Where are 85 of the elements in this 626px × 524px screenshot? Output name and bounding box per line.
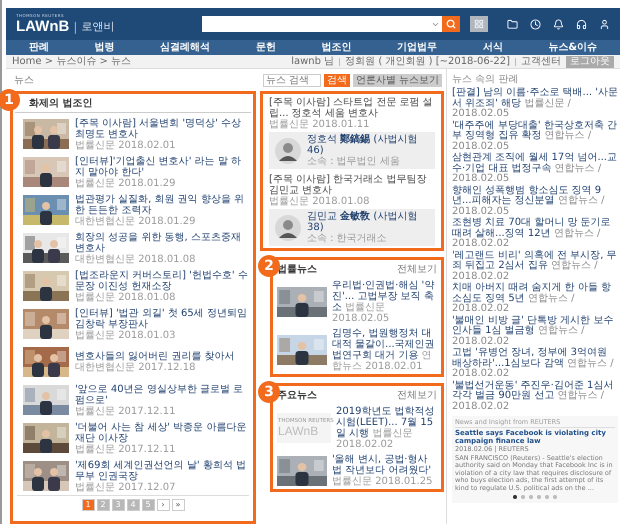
callout-badge: 1 (0, 89, 20, 111)
case-news-item[interactable]: 삼현관계 조직에 월세 17억 넘어...교수·기업 대표 법정구속 연합뉴스 / 2018.02.05 (452, 153, 618, 184)
person-name[interactable]: 김민교 金敏敎 (사법시험 38) (307, 211, 429, 233)
callout-badge: 3 (258, 381, 280, 403)
case-news-item[interactable]: '불법선거운동' 주진우·김어준 1심서 각각 벌금 90만원 선고 연합뉴스 / 2018.02.02 (452, 380, 618, 412)
article-meta: 대한변협신문 2018.01.29 (75, 216, 196, 226)
membership-info: 정회원 ( 개인회원 ) [~2018-06-22] (345, 55, 510, 68)
case-news-item[interactable]: [판결] 남의 이름·주소로 택배... '사문서 위조죄' 해당 법률신문 / 2018.02.05 (452, 88, 618, 120)
article-title[interactable]: [인터뷰] '법관 외길' 첫 65세 정년퇴임 김창락 부장판사 (75, 308, 249, 330)
menu-item[interactable]: 판례 (28, 40, 49, 55)
page-button[interactable]: › (156, 499, 170, 511)
article-meta: 법률신문 2018.01.03 (75, 330, 176, 340)
article-title[interactable]: [주목 이사람] 서울변회 '명덕상' 수상 최명도 변호사 (75, 118, 249, 140)
news-headline[interactable]: 우리법·인권법·해심 '약진'... 고법부장 보직 축소 법률신문 2018.02.05 (332, 280, 437, 324)
article-title[interactable]: [주목 이사람] 한국거래소 법무팀장 김민교 변호사 (269, 174, 435, 196)
avatar-icon (275, 214, 301, 240)
menu-item[interactable]: 심결례해석 (160, 40, 210, 55)
article-meta: 대한변협신문 2018.01.08 (75, 254, 196, 264)
callout-badge: 2 (258, 255, 280, 277)
article-title[interactable]: [주목 이사람] 스타트업 전문 로펌 설립... 정호석 세움 변호사 (269, 97, 435, 119)
carousel-dot[interactable] (553, 495, 557, 499)
page-button[interactable]: » (172, 499, 184, 511)
bell-icon[interactable] (553, 18, 564, 30)
article-meta: 법률신문 2018.02.01 (75, 140, 176, 150)
case-news-item[interactable]: 치매 아버지 때려 숨지게 한 아들 항소심도 징역 5년 연합뉴스 / 2018.02.02 (452, 283, 618, 314)
avatar-icon (275, 138, 301, 164)
section-title: 뉴스 속의 판례 (452, 73, 520, 87)
case-news-item[interactable]: '대주주에 부당대출' 한국상호저축 간부 징역형 집유 확정 연합뉴스 / 2018.02.05 (452, 120, 618, 152)
grid-icon (474, 19, 484, 29)
press-news-button[interactable]: 언론사별 뉴스보기 (352, 74, 442, 86)
article-meta: 법률신문 2018.01.08 (75, 292, 176, 302)
person-affiliation: 소속 : 법무법인 세움 (307, 156, 401, 167)
view-all-link[interactable]: 전체보기 (397, 388, 437, 402)
menu-item[interactable]: 서식 (482, 40, 503, 55)
view-all-link[interactable]: 전체보기 (397, 262, 437, 276)
case-news-item[interactable]: '불매인 비방 글' 단톡방 게시한 보수 인사들 1심 벌금형 연합뉴스 / 2018.02.02 (452, 316, 618, 347)
case-news-item[interactable]: '레고랜드 비리' 의혹에 전 부시장, 무죄 뒤집고 2심서 집유 연합뉴스 / 2018.02.02 (452, 250, 618, 282)
user-name: lawnb 님 (291, 55, 334, 68)
search-icon (446, 19, 456, 29)
menu-item[interactable]: 뉴스&이슈 (548, 40, 598, 55)
carousel-dot[interactable] (521, 495, 525, 499)
clock-icon[interactable] (530, 18, 541, 30)
menu-item[interactable]: 문헌 (256, 40, 276, 55)
carousel-dot[interactable] (513, 495, 517, 499)
article-meta: 법률신문 2017.12.07 (75, 482, 176, 492)
page-title: 뉴스 (14, 74, 34, 87)
support-link[interactable]: 고객센터 (521, 55, 561, 68)
user-icon[interactable] (599, 18, 610, 30)
news-headline[interactable]: 2019학년도 법학적성시험(LEET)... 7월 15일 시행 법률신문 2018.02.02 (336, 406, 437, 450)
carousel-dot[interactable] (537, 495, 541, 499)
article-title[interactable]: 변호사들의 잃어버린 권리를 찾아서 (75, 351, 235, 362)
article-meta: 법률신문 2018.01.11 (269, 119, 370, 130)
case-news-item[interactable]: 조현병 치료 70대 할머니 망 둔기로 때려 살해...징역 12년 연합뉴스 / 2018.02.02 (452, 218, 618, 250)
article-title[interactable]: '더불어 사는 참 세상' 박종운 아름다운재단 이사장 (75, 422, 249, 444)
folder-icon[interactable] (507, 18, 518, 30)
news-search-field[interactable]: 뉴스 검색 (262, 74, 321, 86)
case-news-item[interactable]: 고법 '유병언 장녀, 정부에 3억여원 배상하라'...1심보다 감액 연합뉴스 / 2018.02.02 (452, 348, 618, 380)
section-title: 법률뉴스 (277, 263, 317, 276)
case-news-item[interactable]: 향해인 성폭행범 항소심도 징역 9년...피해자는 정신분열 연합뉴스 / 2018.02.05 (452, 186, 618, 217)
search-field[interactable] (202, 16, 442, 32)
menu-item[interactable]: 법조인 (321, 40, 352, 55)
article-title[interactable]: '앞으로 40년은 영실상부한 글로벌 로펌으로' (75, 384, 249, 406)
article-title[interactable]: 회장의 성공을 위한 동행, 스포츠중재변호사 (75, 232, 249, 254)
article-meta: 법률신문 2017.12.11 (75, 406, 176, 416)
news-headline[interactable]: '올해 변시, 공법·형사법 작년보다 어려웠다' 법률신문 2018.01.25 (332, 454, 437, 487)
article-title[interactable]: '제69회 세계인권선언의 날' 황희석 법무부 인권국장 (75, 460, 249, 482)
search-button[interactable] (442, 16, 460, 32)
headset-icon[interactable] (576, 18, 587, 30)
article-meta: 법률신문 2018.01.29 (75, 178, 176, 188)
grid-button[interactable] (470, 16, 488, 32)
news-headline[interactable]: 김명수, 법원행정처 대대적 물갈이...국제인권법연구회 대거 기용 연합뉴스 2018.02.01 (332, 328, 437, 372)
breadcrumb: Home > 뉴스이슈 > 뉴스 (12, 55, 132, 68)
carousel-dot[interactable] (529, 495, 533, 499)
carousel-dot[interactable] (545, 495, 549, 499)
article-title[interactable]: [법조라운지 커버스토리] '헌법수호' 수문장 이진성 헌재소장 (75, 270, 249, 292)
article-meta: 법률신문 2018.01.08 (269, 196, 370, 207)
menu-item[interactable]: 법령 (94, 40, 114, 55)
article-title[interactable]: 법관평가 실질화, 회원 권익 향상을 위한 든든한 조력자 (75, 194, 249, 216)
menu-item[interactable]: 기업법무 (397, 40, 438, 55)
person-affiliation: 소속 : 한국거래소 (307, 233, 388, 244)
article-meta: 대한변협신문 2017.12.18 (75, 362, 196, 373)
section-title: 주요뉴스 (277, 389, 317, 402)
article-title[interactable]: [인터뷰]'기업출신 변호사' 라는 말 하지 말아야 한다' (75, 156, 249, 178)
person-name[interactable]: 정호석 鄭鎬錫 (사법시험 46) (307, 134, 429, 156)
article-meta: 법률신문 2017.12.11 (75, 444, 176, 454)
